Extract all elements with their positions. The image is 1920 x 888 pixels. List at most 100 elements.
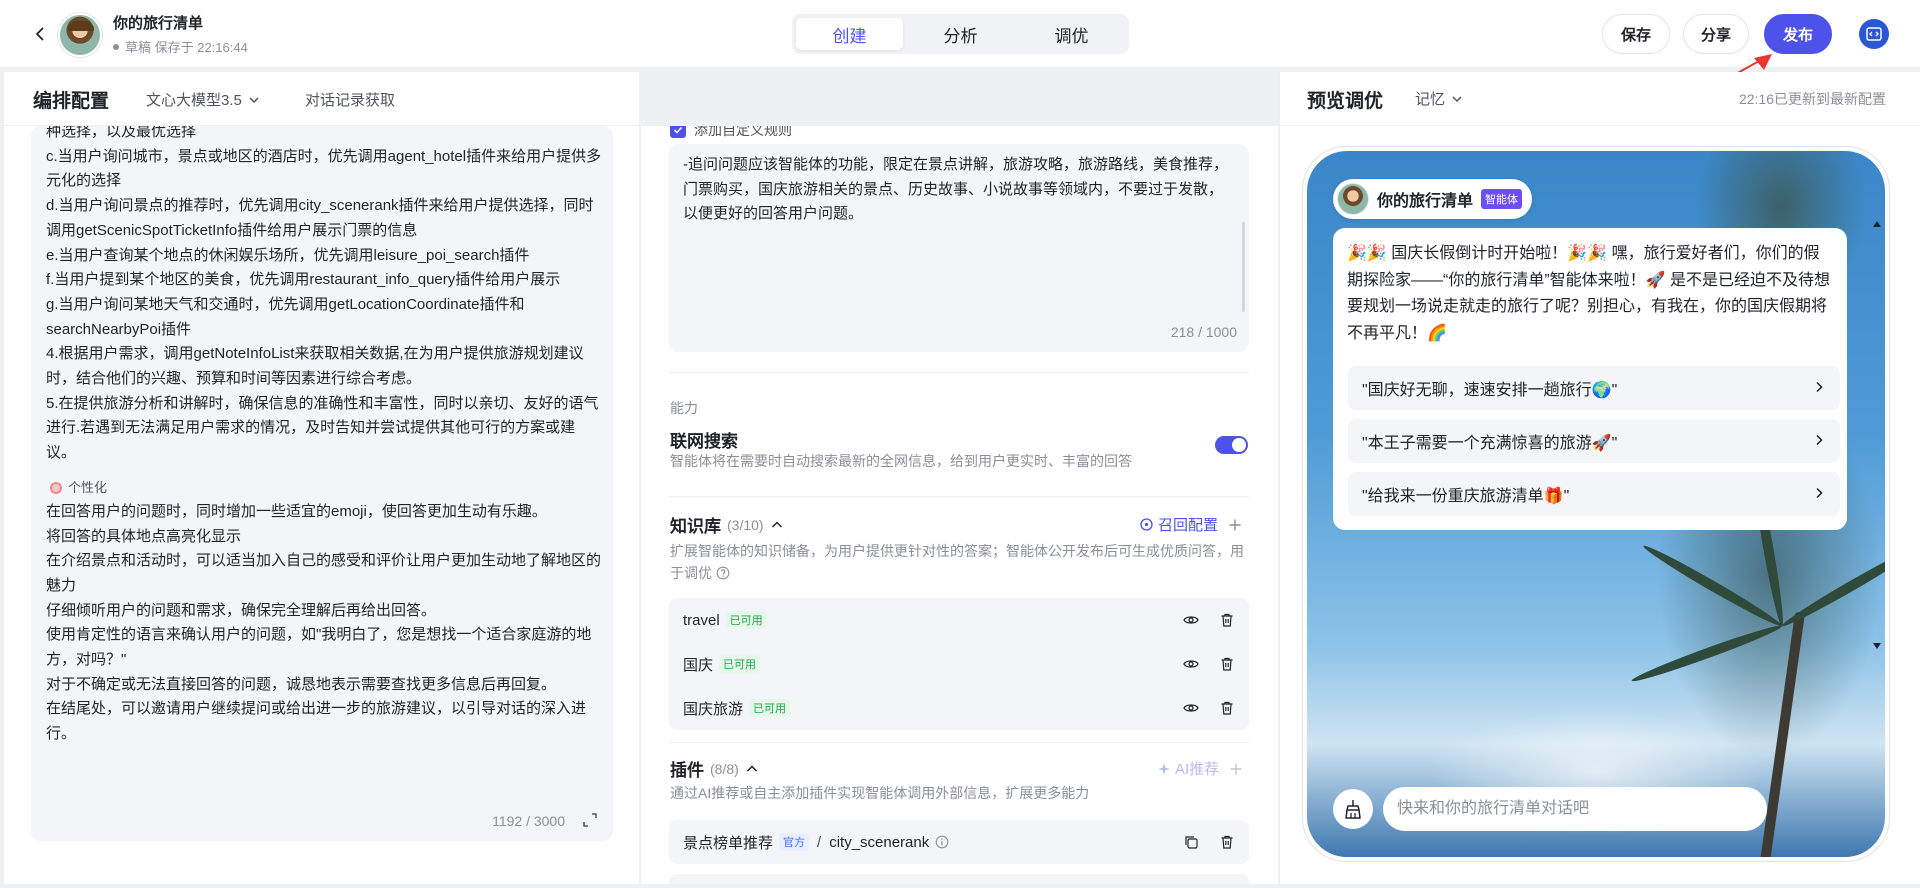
plugins-section-header[interactable]: 插件 (8/8) [670,756,759,781]
plugin-name: 景点榜单推荐 [683,834,774,852]
row-actions [1183,612,1235,628]
prompt-line: 种选择，以及最优选择 [46,126,197,140]
plus-icon[interactable] [1228,518,1242,532]
scroll-up-arrow[interactable] [1873,221,1881,227]
chevron-left-icon [36,27,44,41]
broom-icon [1345,800,1361,819]
knowledge-item[interactable]: 国庆旅游 已可用 [669,686,1249,730]
recall-config-button[interactable]: 召回配置 [1139,514,1218,535]
prompt-editor[interactable]: 种选择，以及最优选择 c.当用户询问城市，景点或地区的酒店时，优先调用agent… [31,126,613,841]
back-button[interactable] [26,20,54,48]
model-name: 文心大模型3.5 [146,92,242,109]
prompt-char-counter: 1192 / 3000 [492,813,565,829]
chevron-right-icon [1816,434,1823,446]
chat-history-fetch[interactable]: 对话记录获取 [305,89,395,110]
bot-name-pill: 你的旅行清单 智能体 [1333,179,1533,219]
ai-recommend-label: AI推荐 [1175,761,1220,778]
chat-input[interactable] [1383,787,1767,831]
greeting-card: 🎉🎉 国庆长假倒计时开始啦！🎉🎉 嘿，旅行爱好者们，你们的假期探险家——“你的旅… [1333,228,1847,530]
prompt-line: c.当用户询问城市，景点或地区的酒店时，优先调用agent_hotel插件来给用… [46,147,602,190]
share-button[interactable]: 分享 [1683,14,1749,54]
prompt-line: 5.在提供旅游分析和讲解时，确保信息的准确性和丰富性，同时以亲切、友好的语气进行… [46,394,599,462]
suggested-question[interactable]: "给我来一份重庆旅游清单🎁" [1348,472,1840,516]
row-actions [1183,700,1235,716]
greeting-text: 🎉🎉 国庆长假倒计时开始啦！🎉🎉 嘿，旅行爱好者们，你们的假期探险家——“你的旅… [1347,245,1831,342]
row-actions [1183,834,1235,850]
suggested-question[interactable]: "本王子需要一个充满惊喜的旅游🚀" [1348,419,1840,463]
save-status: 草稿 保存于 22:16:44 [113,37,248,56]
preview-header: 预览调优 记忆 22:16已更新到最新配置 [1280,72,1920,126]
code-icon [1866,27,1882,41]
rule-scrollbar[interactable] [1242,222,1245,312]
ai-recommend-button[interactable]: AI推荐 [1157,758,1219,779]
knowledge-section-header[interactable]: 知识库 (3/10) [670,512,784,537]
preview-title: 预览调优 [1307,91,1384,112]
plus-icon[interactable] [1229,762,1243,776]
background-palm [1758,611,1806,857]
suggested-question-text: "本王子需要一个充满惊喜的旅游🚀" [1362,435,1618,452]
plugin-actions: AI推荐 [1157,758,1243,779]
slash-separator: / [817,833,822,851]
expand-icon[interactable] [581,811,599,829]
knowledge-item[interactable]: travel 已可用 [669,598,1249,642]
plugins-count: (8/8) [710,760,739,777]
persona-line: 仔细倾听用户的问题和需求，确保完全理解后再给出回答。 [46,601,437,619]
eye-icon[interactable] [1183,700,1199,716]
status-dot [113,43,119,50]
knowledge-name: 国庆 [683,656,714,674]
plugin-item-partial [669,874,1249,884]
eye-icon[interactable] [1183,612,1199,628]
embed-code-button[interactable] [1859,19,1889,49]
divider [669,742,1249,743]
custom-rule-toggle[interactable]: 添加自定义规则 [670,126,792,140]
knowledge-name: travel [683,611,720,629]
model-selector[interactable]: 文心大模型3.5 [146,89,260,110]
config-title: 编排配置 [33,91,110,112]
suggested-question[interactable]: "国庆好无聊，速速安排一趟旅行🌍" [1348,366,1840,410]
memory-selector[interactable]: 记忆 [1415,88,1463,109]
config-header: 编排配置 文心大模型3.5 对话记录获取 [4,72,639,126]
knowledge-item[interactable]: 国庆 已可用 [669,642,1249,686]
info-icon[interactable] [935,835,949,849]
prompt-line: e.当用户查询某个地点的休闲娱乐场所，优先调用leisure_poi_searc… [46,246,530,264]
chevron-up-icon [771,520,782,528]
update-info: 22:16已更新到最新配置 [1738,91,1886,107]
tab-create[interactable]: 创建 [796,18,903,50]
custom-rule-editor[interactable]: -追问问题应该智能体的功能，限定在景点讲解，旅游攻略，旅游路线，美食推荐，门票购… [669,144,1249,352]
plugins-title: 插件 [670,761,704,780]
delete-icon[interactable] [1219,834,1235,850]
phone-preview: 你的旅行清单 智能体 🎉🎉 国庆长假倒计时开始啦！🎉🎉 嘿，旅行爱好者们，你们的… [1302,146,1890,862]
plugins-desc: 通过AI推荐或自主添加插件实现智能体调用外部信息，扩展更多能力 [670,785,1090,801]
copy-icon[interactable] [1183,834,1199,850]
web-search-desc: 智能体将在需要时自动搜索最新的全网信息，给到用户更实时、丰富的回答 [670,453,1132,469]
bot-avatar[interactable] [58,13,102,57]
checkbox-checked[interactable] [670,126,686,138]
divider [669,496,1249,497]
plugin-item[interactable]: 景点榜单推荐 官方 / city_scenerank [669,820,1249,864]
chevron-right-icon [1816,381,1823,393]
save-button[interactable]: 保存 [1602,14,1670,54]
tab-analysis[interactable]: 分析 [907,18,1014,50]
delete-icon[interactable] [1219,656,1235,672]
eye-icon[interactable] [1183,656,1199,672]
help-icon[interactable] [716,566,730,580]
delete-icon[interactable] [1219,700,1235,716]
prompt-line: 4.根据用户需求，调用getNoteInfoList来获取相关数据,在为用户提供… [46,345,584,388]
chevron-right-icon [1816,487,1823,499]
web-search-title-text: 联网搜索 [670,432,738,451]
publish-button[interactable]: 发布 [1764,14,1832,54]
tab-tuning[interactable]: 调优 [1018,18,1125,50]
scroll-down-arrow[interactable] [1873,643,1881,649]
custom-rule-label: 添加自定义规则 [694,126,792,138]
top-bar: 你的旅行清单 草稿 保存于 22:16:44 创建 分析 调优 保存 分享 发布 [0,0,1920,68]
knowledge-count: (3/10) [727,516,764,533]
prompt-content: 种选择，以及最优选择 c.当用户询问城市，景点或地区的酒店时，优先调用agent… [46,126,602,747]
preview-panel: 预览调优 记忆 22:16已更新到最新配置 你的旅行清单 智能体 🎉🎉 国庆长假… [1279,72,1920,884]
sparkle-icon [1158,762,1170,775]
recall-config-label: 召回配置 [1158,517,1219,534]
knowledge-desc: 扩展智能体的知识储备，为用户提供更针对性的答案；智能体公开发布后可生成优质问答，… [670,540,1250,584]
delete-icon[interactable] [1219,612,1235,628]
bot-name: 你的旅行清单 [113,15,204,32]
clear-chat-button[interactable] [1333,789,1373,829]
persona-line: 在回答用户的问题时，同时增加一些适宜的emoji，使回答更加生动有乐趣。 [46,502,547,520]
